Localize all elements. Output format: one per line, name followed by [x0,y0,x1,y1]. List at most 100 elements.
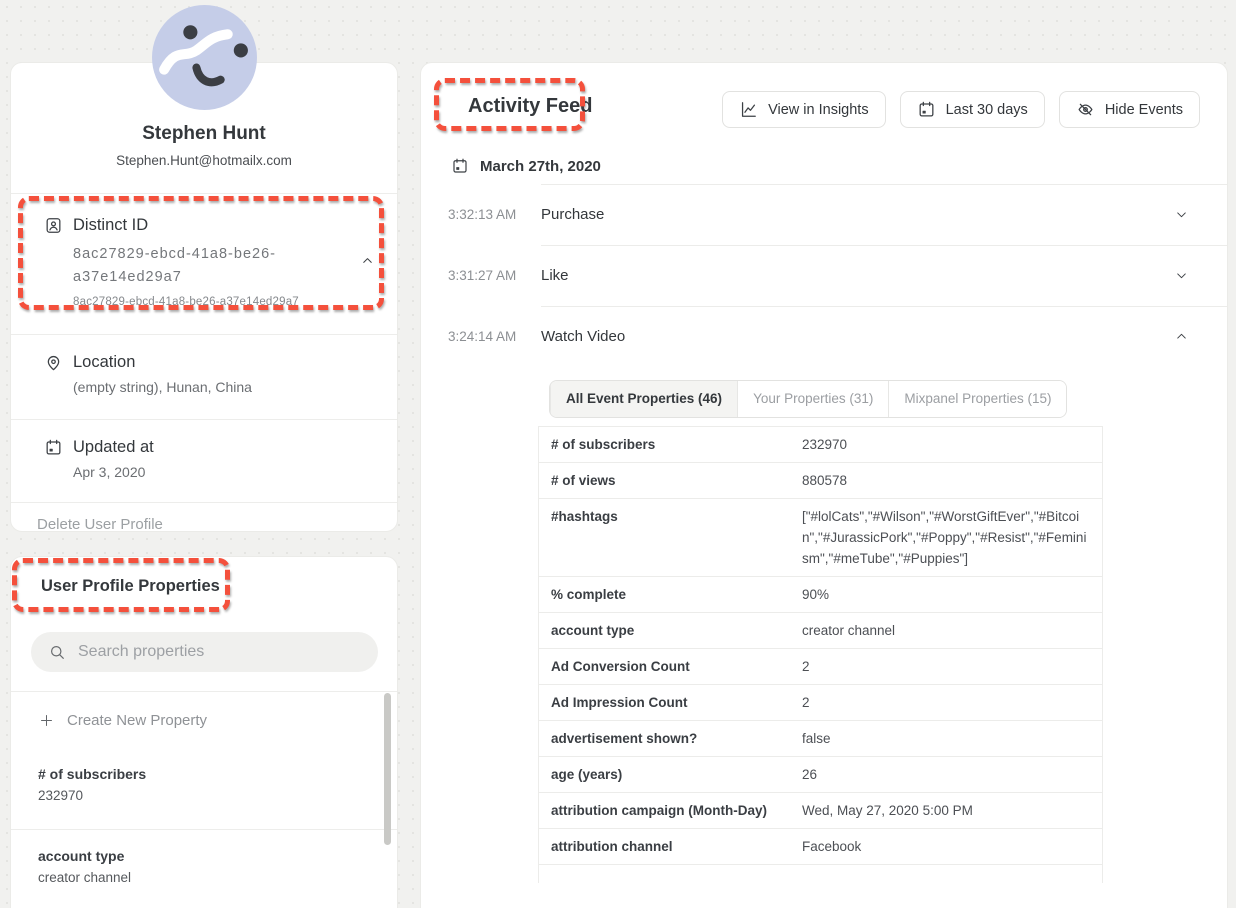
event-property-value: Facebook [802,829,1102,864]
event-property-row: age (years) 26 [539,757,1102,793]
user-profile-properties-card: User Profile Properties Create New Prope… [10,556,398,908]
event-date-text: March 27th, 2020 [480,158,601,175]
user-email: Stephen.Hunt@hotmailx.com [11,152,397,170]
event-property-name: #hashtags [539,499,802,576]
event-properties-tabs: All Event Properties (46) Your Propertie… [549,380,1067,418]
event-properties-table: # of subscribers 232970 # of views 88057… [538,426,1103,883]
event-property-row: attribution campaign (Month-Day) Wed, Ma… [539,793,1102,829]
create-new-property-label: Create New Property [67,712,207,729]
event-property-value: ["#lolCats","#Wilson","#WorstGiftEver","… [802,499,1102,576]
eye-off-icon [1076,100,1095,119]
property-name: account type [38,846,397,866]
distinct-id-label: Distinct ID [73,216,355,235]
property-name: # of subscribers [38,764,397,784]
event-details-panel: All Event Properties (46) Your Propertie… [538,380,1103,883]
chevron-up-icon[interactable] [360,253,375,268]
calendar-icon [44,438,63,457]
properties-panel-title: User Profile Properties [11,557,397,596]
event-time: 3:32:13 AM [448,207,541,222]
distinct-id-value: 8ac27829-ebcd-41a8-be26-a37e14ed29a7 [73,243,355,289]
event-date-header: March 27th, 2020 [451,148,1227,184]
contact-card-icon [44,216,63,235]
event-name: Watch Video [541,328,1174,345]
distinct-id-sub-value: 8ac27829-ebcd-41a8-be26-a37e14ed29a7 [73,296,355,308]
event-row[interactable]: 3:32:13 AM Purchase [421,184,1227,245]
profile-property-item[interactable]: account type creator channel [11,830,397,908]
distinct-id-section: Distinct ID 8ac27829-ebcd-41a8-be26-a37e… [11,194,397,334]
line-chart-icon [739,100,758,119]
event-property-name: attribution channel [539,829,802,864]
event-time: 3:31:27 AM [448,268,541,283]
event-property-name: # of views [539,463,802,498]
delete-user-profile-button[interactable]: Delete User Profile [11,503,397,533]
event-property-row: % complete 90% [539,577,1102,613]
event-property-name: % complete [539,577,802,612]
location-label: Location [73,353,252,372]
event-property-name: account type [539,613,802,648]
event-property-value: 232970 [802,427,1102,462]
calendar-icon [917,100,936,119]
event-name: Like [541,267,1174,284]
create-new-property-button[interactable]: Create New Property [11,692,397,748]
event-time: 3:24:14 AM [448,329,541,344]
event-row[interactable]: 3:31:27 AM Like [421,245,1227,306]
event-property-row: attribution channel Facebook [539,829,1102,865]
event-property-name: age (years) [539,757,802,792]
events-list: 3:32:13 AM Purchase 3:31:27 AM Like 3:24 [421,184,1227,367]
plus-icon [39,713,54,728]
chevron-down-icon [1174,329,1189,344]
event-property-name: attribution campaign (Month-Day) [539,793,802,828]
event-property-row: account type creator channel [539,613,1102,649]
activity-feed-actions: View in Insights Last 30 days Hide Event… [722,91,1200,128]
event-property-row: Ad Impression Count 2 [539,685,1102,721]
event-property-row: Ad Conversion Count 2 [539,649,1102,685]
property-value: creator channel [38,868,397,887]
activity-feed-header: Activity Feed View in Insights Last 30 d… [421,63,1227,128]
updated-at-label: Updated at [73,438,154,457]
updated-at-value: Apr 3, 2020 [73,463,154,481]
mixpanel-user-profile-page: Stephen Hunt Stephen.Hunt@hotmailx.com D… [0,0,1236,908]
event-property-value: creator channel [802,613,1102,648]
location-pin-icon [44,353,63,372]
calendar-icon [451,157,469,175]
profile-property-item[interactable]: # of subscribers 232970 [11,748,397,830]
event-property-value: false [802,721,1102,756]
event-property-value: 90% [802,577,1102,612]
search-icon [48,643,66,661]
event-row[interactable]: 3:24:14 AM Watch Video [421,306,1227,367]
avatar [152,5,257,110]
event-properties-tab[interactable]: Your Properties (31) [737,381,888,417]
scrollbar-thumb[interactable] [384,693,391,845]
profile-properties-list: # of subscribers 232970 account type cre… [11,748,397,908]
profile-card: Stephen Hunt Stephen.Hunt@hotmailx.com D… [10,62,398,532]
event-property-value: 2 [802,649,1102,684]
event-properties-tab[interactable]: All Event Properties (46) [550,381,737,417]
event-property-name: Ad Impression Count [539,685,802,720]
event-property-name: Ad Conversion Count [539,649,802,684]
search-properties-box[interactable] [31,632,378,672]
doodle-face-icon [152,5,257,110]
event-properties-tab[interactable]: Mixpanel Properties (15) [888,381,1066,417]
event-property-name: advertisement shown? [539,721,802,756]
event-property-value: 880578 [802,463,1102,498]
date-range-button[interactable]: Last 30 days [900,91,1045,128]
activity-feed-title: Activity Feed [468,91,592,121]
hide-events-button[interactable]: Hide Events [1059,91,1200,128]
event-property-name: # of subscribers [539,427,802,462]
event-property-value: Wed, May 27, 2020 5:00 PM [802,793,1102,828]
search-properties-input[interactable] [78,643,364,661]
chevron-down-icon [1174,268,1189,283]
updated-at-section: Updated at Apr 3, 2020 [11,420,397,502]
event-property-row: #hashtags ["#lolCats","#Wilson","#WorstG… [539,499,1102,577]
chevron-down-icon [1174,207,1189,222]
property-value: 232970 [38,786,397,805]
event-property-value: 26 [802,757,1102,792]
event-property-row: # of subscribers 232970 [539,427,1102,463]
view-in-insights-button[interactable]: View in Insights [722,91,885,128]
event-property-value: 2 [802,685,1102,720]
location-value: (empty string), Hunan, China [73,378,252,396]
location-section: Location (empty string), Hunan, China [11,335,397,419]
activity-feed-card: Activity Feed View in Insights Last 30 d… [420,62,1228,908]
event-name: Purchase [541,206,1174,223]
event-property-row: # of views 880578 [539,463,1102,499]
